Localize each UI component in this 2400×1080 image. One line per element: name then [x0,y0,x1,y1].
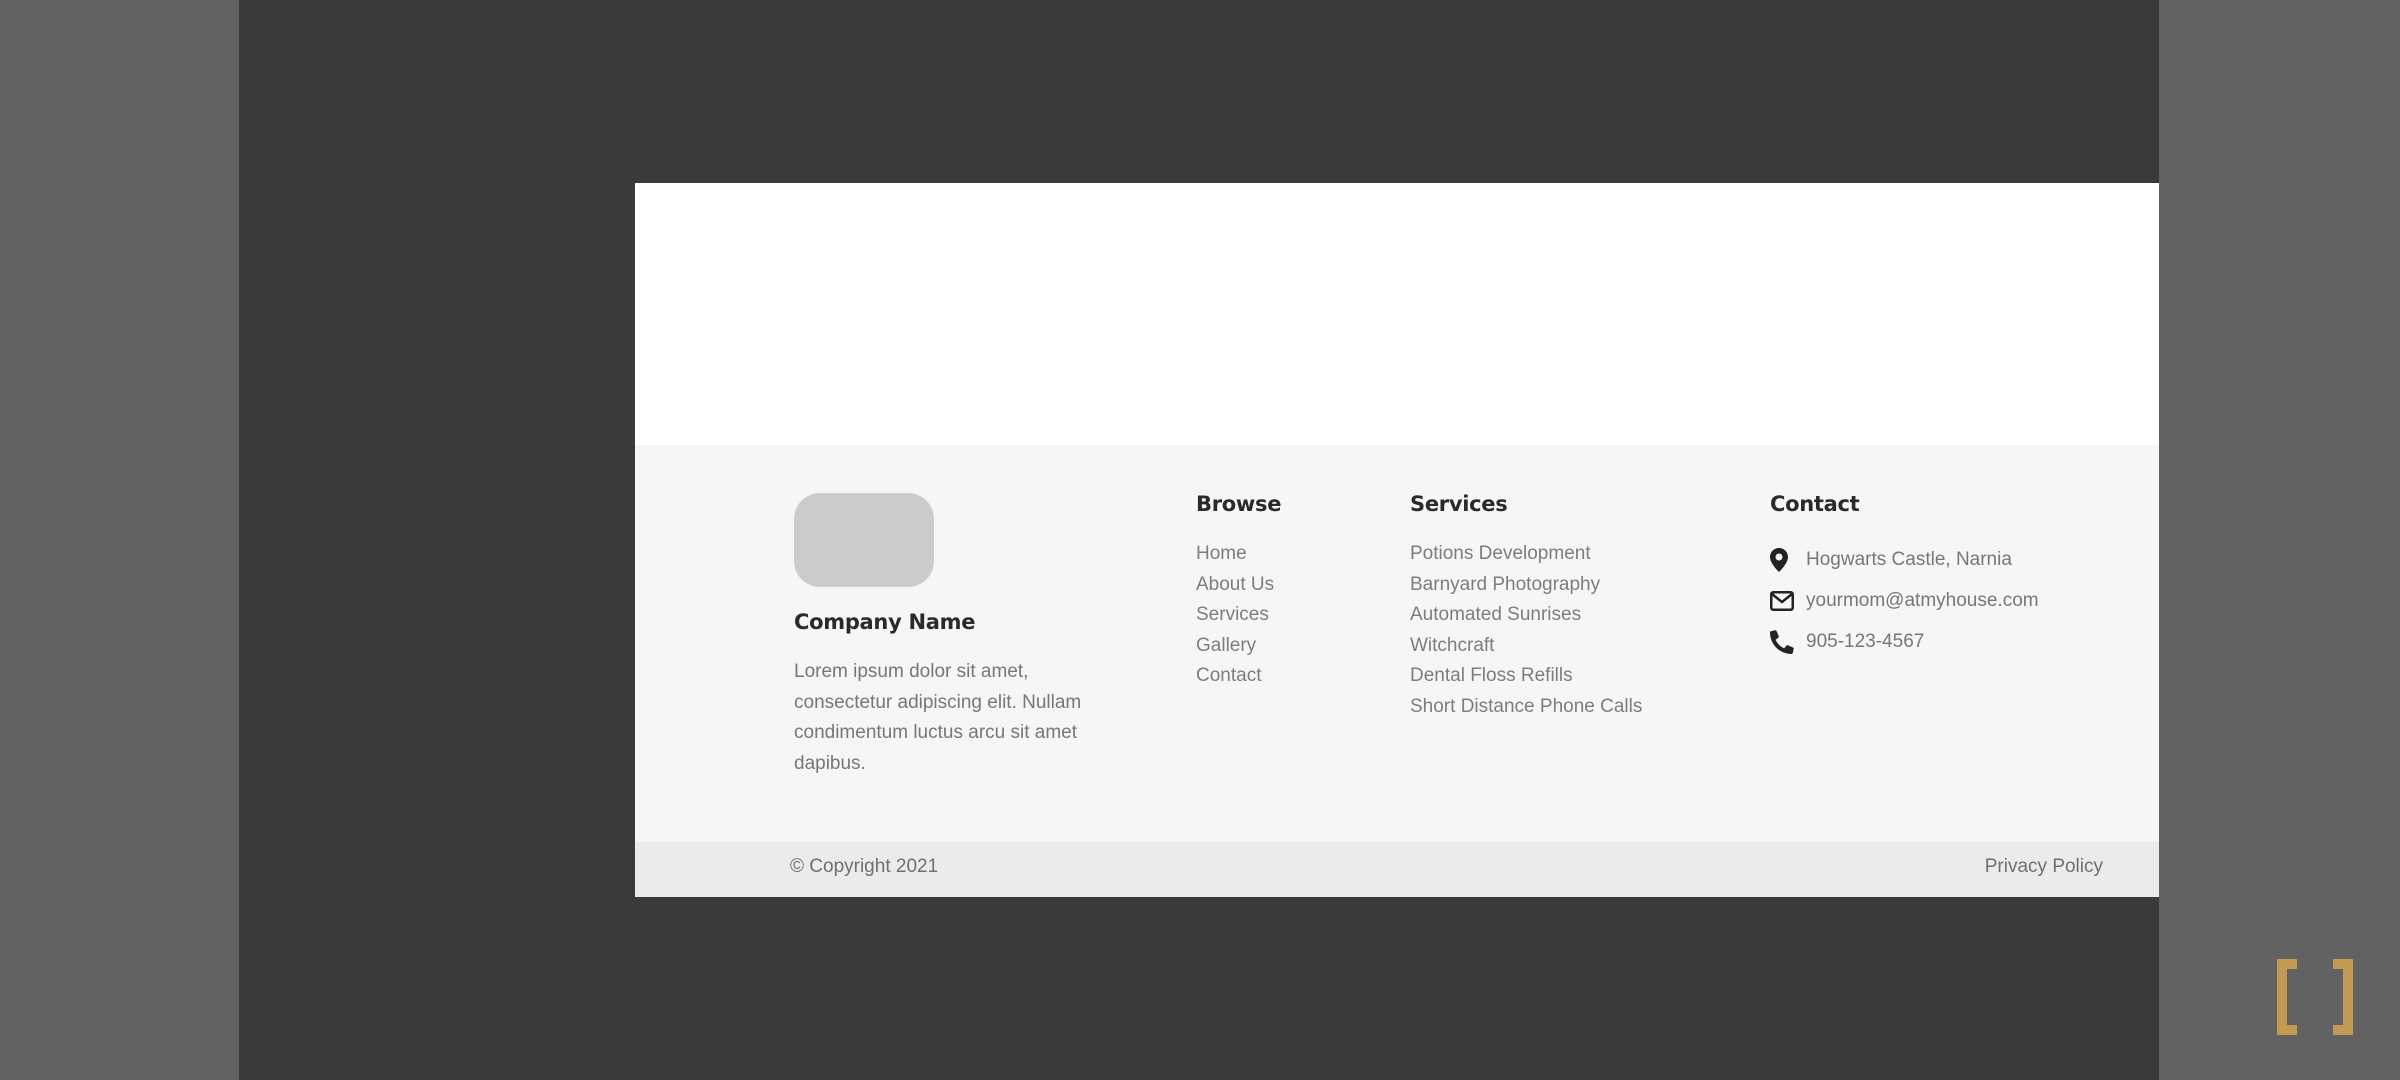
phone-icon [1770,629,1806,654]
privacy-policy-link[interactable]: Privacy Policy [1985,856,2103,878]
company-description: Lorem ipsum dolor sit amet, consectetur … [794,661,1082,774]
contact-email[interactable]: yourmom@atmyhouse.com [1770,580,2039,621]
browse-link-services[interactable]: Services [1196,600,1274,631]
left-backdrop [0,0,239,1080]
bracket-logo-icon [2273,957,2357,1037]
browse-link-gallery[interactable]: Gallery [1196,631,1274,662]
logo-placeholder [794,493,934,587]
browse-link-contact[interactable]: Contact [1196,661,1274,692]
browse-link-home[interactable]: Home [1196,539,1274,570]
service-link-potions-development[interactable]: Potions Development [1410,539,1642,570]
service-link-automated-sunrises[interactable]: Automated Sunrises [1410,600,1642,631]
contact-phone[interactable]: 905-123-4567 [1770,621,2039,662]
contact-phone-text[interactable]: 905-123-4567 [1806,631,1924,653]
browse-link-about-us[interactable]: About Us [1196,570,1274,601]
service-link-dental-floss-refills[interactable]: Dental Floss Refills [1410,661,1642,692]
services-heading: Services [1410,492,1508,516]
envelope-icon [1770,589,1806,613]
company-name: Company Name [794,610,976,634]
contact-address: Hogwarts Castle, Narnia [1770,539,2039,580]
contact-email-text[interactable]: yourmom@atmyhouse.com [1806,590,2039,612]
services-list: Potions Development Barnyard Photography… [1410,539,1642,722]
contact-heading: Contact [1770,492,1860,516]
contact-list: Hogwarts Castle, Narnia yourmom@atmyhous… [1770,539,2039,662]
blank-section [635,183,2241,445]
right-backdrop [2159,0,2400,1080]
website-footer-preview: Company Name Lorem ipsum dolor sit amet,… [635,183,2241,897]
browse-list: Home About Us Services Gallery Contact [1196,539,1274,692]
service-link-barnyard-photography[interactable]: Barnyard Photography [1410,570,1642,601]
contact-address-text: Hogwarts Castle, Narnia [1806,548,2012,570]
video-stage: Company Name Lorem ipsum dolor sit amet,… [239,0,2241,1080]
browse-heading: Browse [1196,492,1282,516]
map-pin-icon [1770,547,1806,572]
copyright-text: © Copyright 2021 [790,856,939,877]
service-link-witchcraft[interactable]: Witchcraft [1410,631,1642,662]
service-link-short-distance-phone-calls[interactable]: Short Distance Phone Calls [1410,692,1642,723]
